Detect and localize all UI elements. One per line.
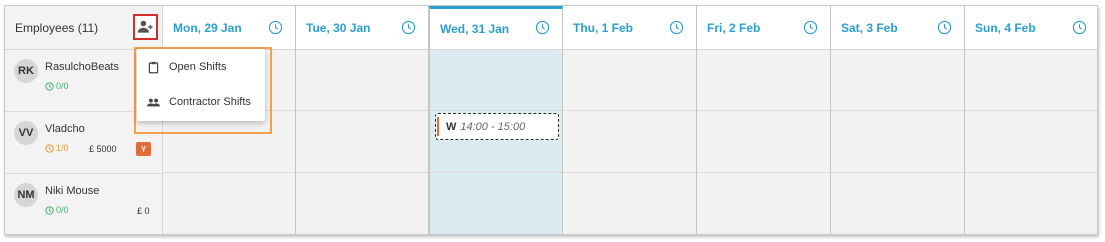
avatar: NM bbox=[14, 183, 38, 207]
day-label: Tue, 30 Jan bbox=[306, 20, 371, 35]
day-column-sat: Sat, 3 Feb bbox=[831, 6, 965, 234]
shift-time: 14:00 - 15:00 bbox=[460, 120, 526, 133]
employee-hours: 0/0 bbox=[45, 205, 69, 215]
employee-hours-value: 0/0 bbox=[56, 205, 69, 215]
clock-icon bbox=[45, 143, 54, 153]
schedule-grid: Mon, 29 Jan Tue, 30 Jan Wed, 31 Jan W 14… bbox=[4, 5, 1098, 235]
day-header-wed[interactable]: Wed, 31 Jan bbox=[430, 9, 562, 50]
day-column-fri: Fri, 2 Feb bbox=[697, 6, 831, 234]
clock-icon[interactable] bbox=[268, 20, 283, 35]
day-label: Sat, 3 Feb bbox=[841, 20, 898, 35]
avatar: VV bbox=[14, 121, 38, 145]
menu-item-contractor-shifts[interactable]: Contractor Shifts bbox=[137, 85, 265, 119]
shift-type: W bbox=[446, 120, 457, 133]
add-employee-button[interactable] bbox=[133, 14, 158, 40]
day-header-fri[interactable]: Fri, 2 Feb bbox=[697, 6, 830, 50]
employee-name[interactable]: RasulchoBeats bbox=[45, 61, 119, 73]
day-header-mon[interactable]: Mon, 29 Jan bbox=[163, 6, 295, 50]
menu-item-label: Contractor Shifts bbox=[169, 96, 251, 108]
add-person-icon bbox=[137, 20, 153, 33]
day-label: Thu, 1 Feb bbox=[573, 20, 633, 35]
day-header-tue[interactable]: Tue, 30 Jan bbox=[296, 6, 428, 50]
employee-name[interactable]: Vladcho bbox=[45, 123, 85, 135]
day-label: Sun, 4 Feb bbox=[975, 20, 1036, 35]
employee-hours: 1/0 bbox=[45, 143, 69, 153]
clock-icon[interactable] bbox=[669, 20, 684, 35]
day-header-thu[interactable]: Thu, 1 Feb bbox=[563, 6, 696, 50]
day-column-thu: Thu, 1 Feb bbox=[563, 6, 697, 234]
add-shift-menu: Open Shifts Contractor Shifts bbox=[137, 49, 265, 121]
employee-pay: £ 5000 bbox=[89, 144, 117, 154]
day-header-sat[interactable]: Sat, 3 Feb bbox=[831, 6, 964, 50]
employee-row[interactable]: NM Niki Mouse 0/0 £ 0 bbox=[5, 174, 163, 234]
employees-count-label: Employees (11) bbox=[15, 20, 99, 35]
clock-icon[interactable] bbox=[535, 20, 550, 35]
clock-icon[interactable] bbox=[1072, 20, 1087, 35]
employee-name[interactable]: Niki Mouse bbox=[45, 185, 99, 197]
day-column-wed: Wed, 31 Jan W 14:00 - 15:00 bbox=[429, 6, 563, 234]
day-header-sun[interactable]: Sun, 4 Feb bbox=[965, 6, 1097, 50]
status-badge: Y bbox=[136, 142, 151, 156]
clock-icon bbox=[45, 205, 54, 215]
clock-icon[interactable] bbox=[803, 20, 818, 35]
clock-icon bbox=[45, 81, 54, 91]
day-column-sun: Sun, 4 Feb bbox=[965, 6, 1097, 234]
employee-hours-value: 0/0 bbox=[56, 81, 69, 91]
people-icon bbox=[147, 98, 160, 106]
employee-pay: £ 0 bbox=[137, 206, 150, 216]
menu-item-open-shifts[interactable]: Open Shifts bbox=[137, 50, 265, 84]
employee-hours-value: 1/0 bbox=[56, 143, 69, 153]
clock-icon[interactable] bbox=[937, 20, 952, 35]
avatar: RK bbox=[14, 59, 38, 83]
employee-hours: 0/0 bbox=[45, 81, 69, 91]
shift-card[interactable]: W 14:00 - 15:00 bbox=[435, 113, 559, 140]
menu-item-label: Open Shifts bbox=[169, 61, 227, 73]
day-label: Fri, 2 Feb bbox=[707, 20, 761, 35]
day-label: Mon, 29 Jan bbox=[173, 20, 242, 35]
clock-icon[interactable] bbox=[401, 20, 416, 35]
day-label: Wed, 31 Jan bbox=[440, 22, 510, 36]
day-column-tue: Tue, 30 Jan bbox=[296, 6, 429, 234]
clipboard-icon bbox=[148, 61, 159, 73]
